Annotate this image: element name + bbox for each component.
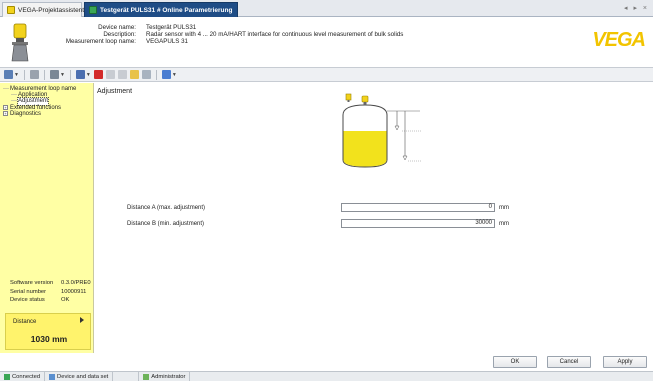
distance-display[interactable]: Distance 1030 mm	[5, 313, 91, 350]
cancel-button[interactable]: Cancel	[547, 356, 591, 368]
device-status-row: Device status OK	[10, 296, 94, 305]
status-label: Device and data set	[57, 373, 109, 380]
device-status-label: Device status	[10, 297, 45, 304]
apply-button[interactable]: Apply	[603, 356, 647, 368]
header-values: Testgerät PULS31 Radar sensor with 4 ...…	[146, 24, 403, 45]
print-icon[interactable]	[29, 70, 39, 79]
device-name-label: Device name:	[98, 24, 136, 31]
distance-b-label: Distance B (min. adjustment)	[127, 220, 205, 227]
wizard-icon	[7, 6, 15, 14]
tab-online-parameterization[interactable]: Testgerät PULS31 # Online Parametrierung	[84, 2, 238, 17]
chevron-down-icon[interactable]: ▼	[172, 72, 177, 78]
stop-icon[interactable]	[105, 70, 115, 79]
serial-number-row: Serial number 10000911	[10, 288, 94, 297]
software-version-value: 0.3.0/PRE0	[61, 280, 91, 286]
distance-title: Distance	[13, 319, 37, 325]
toolbar: ▼ ▼ ▼ ▼	[0, 68, 653, 82]
device-status-value: OK	[61, 297, 70, 304]
tab-strip: VEGA-Projektassistent Testgerät PULS31 #…	[0, 0, 653, 17]
connect-icon[interactable]	[93, 70, 103, 79]
pause-icon[interactable]	[117, 70, 127, 79]
status-bar: Connected Device and data set Administra…	[0, 371, 653, 381]
expand-icon[interactable]: +	[3, 111, 8, 117]
view-icon[interactable]	[4, 70, 13, 79]
description-value: Radar sensor with 4 ... 20 mA/HART inter…	[146, 31, 404, 38]
software-version-row: Software version 0.3.0/PRE0	[10, 279, 94, 288]
distance-b-unit: mm	[499, 220, 509, 227]
device-info: Software version 0.3.0/PRE0 Serial numbe…	[10, 279, 94, 305]
radar-sensor-icon	[11, 23, 29, 62]
status-label: Connected	[12, 373, 41, 380]
serial-number-label: Serial number	[10, 288, 47, 295]
serial-number-value: 10000911	[61, 288, 87, 295]
distance-a-label: Distance A (max. adjustment)	[127, 204, 206, 211]
ok-button[interactable]: OK	[493, 356, 537, 368]
tab-project-assistant[interactable]: VEGA-Projektassistent	[2, 2, 85, 17]
header-labels: Device name: Description: Measurement lo…	[48, 24, 136, 45]
vega-logo: VEGA	[592, 29, 646, 51]
toolbar-separator	[23, 69, 25, 80]
distance-b-input[interactable]: 30000	[341, 219, 495, 228]
loop-name-label: Measurement loop name:	[65, 38, 136, 45]
page-title: Adjustment	[97, 88, 133, 95]
vessel-illustration	[342, 93, 422, 168]
tab-label: Testgerät PULS31 # Online Parametrierung	[100, 6, 233, 14]
edit-icon[interactable]	[141, 70, 151, 79]
chevron-down-icon[interactable]: ▼	[14, 72, 19, 78]
tree-item-label: Diagnostics	[10, 110, 42, 117]
chevron-down-icon[interactable]: ▼	[86, 72, 91, 78]
software-version-label: Software version	[10, 280, 54, 286]
expand-icon[interactable]: +	[3, 105, 8, 111]
tree-connector: —	[3, 86, 9, 92]
dialog-buttons: OK Cancel Apply	[95, 353, 653, 370]
tab-nav-controls[interactable]: ◂ ▸ ×	[624, 4, 649, 12]
toolbar-separator	[155, 69, 157, 80]
chevron-down-icon[interactable]: ▼	[60, 72, 65, 78]
device-header: Device name: Description: Measurement lo…	[0, 17, 653, 68]
status-label: Administrator	[151, 373, 186, 380]
status-device-data: Device and data set	[45, 371, 114, 381]
tab-label: VEGA-Projektassistent	[18, 6, 85, 14]
distance-a-unit: mm	[499, 204, 509, 211]
toolbar-separator	[43, 69, 45, 80]
connected-icon	[4, 373, 10, 380]
status-empty	[113, 371, 140, 381]
device-icon[interactable]	[75, 70, 85, 79]
help-icon[interactable]	[161, 70, 171, 79]
distance-a-input[interactable]: 0	[341, 203, 495, 212]
toolbar-separator	[69, 69, 71, 80]
user-icon	[143, 373, 150, 380]
arrow-right-icon[interactable]	[80, 317, 84, 323]
navigation-panel: — Measurement loop name — Application — …	[0, 83, 94, 353]
tree-item-diagnostics[interactable]: + Diagnostics	[3, 111, 76, 117]
distance-value: 1030 mm	[30, 334, 68, 344]
tools-icon[interactable]	[49, 70, 59, 79]
loop-name-value: VEGAPULS 31	[146, 38, 188, 45]
device-data-icon	[49, 373, 56, 380]
distance-a-row: Distance A (max. adjustment) 0 mm	[127, 203, 509, 212]
status-user: Administrator	[139, 371, 191, 381]
description-label: Description:	[103, 31, 136, 38]
parameter-tree: — Measurement loop name — Application — …	[3, 86, 76, 117]
device-name-value: Testgerät PULS31	[146, 24, 197, 31]
status-connected: Connected	[0, 371, 46, 381]
distance-b-row: Distance B (min. adjustment) 30000 mm	[127, 219, 509, 228]
adjustment-panel: Adjustment Distance A (max. adjustment) …	[95, 83, 653, 353]
folder-icon[interactable]	[129, 70, 139, 79]
device-online-icon	[89, 6, 97, 14]
